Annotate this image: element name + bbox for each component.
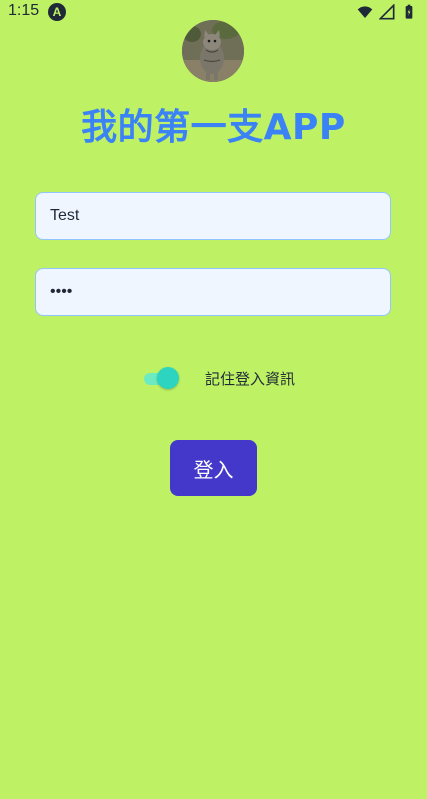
password-field[interactable] bbox=[35, 268, 391, 316]
status-icons bbox=[357, 4, 417, 20]
avatar bbox=[182, 20, 244, 82]
password-input[interactable] bbox=[48, 282, 378, 302]
cat-photo bbox=[182, 20, 244, 82]
remember-label: 記住登入資訊 bbox=[205, 370, 296, 388]
username-field[interactable] bbox=[35, 192, 391, 240]
username-input[interactable] bbox=[48, 206, 378, 226]
remember-row: 記住登入資訊 bbox=[0, 363, 427, 393]
app-title: 我的第一支APP bbox=[81, 107, 346, 148]
login-button[interactable]: 登入 bbox=[170, 440, 257, 496]
switch-thumb[interactable] bbox=[157, 367, 179, 389]
battery-icon bbox=[405, 4, 413, 19]
signal-icon bbox=[379, 4, 395, 20]
wifi-icon bbox=[357, 6, 373, 18]
a-notification-icon: A bbox=[48, 3, 66, 21]
status-time: 1:15 bbox=[8, 2, 40, 19]
remember-switch[interactable] bbox=[142, 367, 180, 389]
